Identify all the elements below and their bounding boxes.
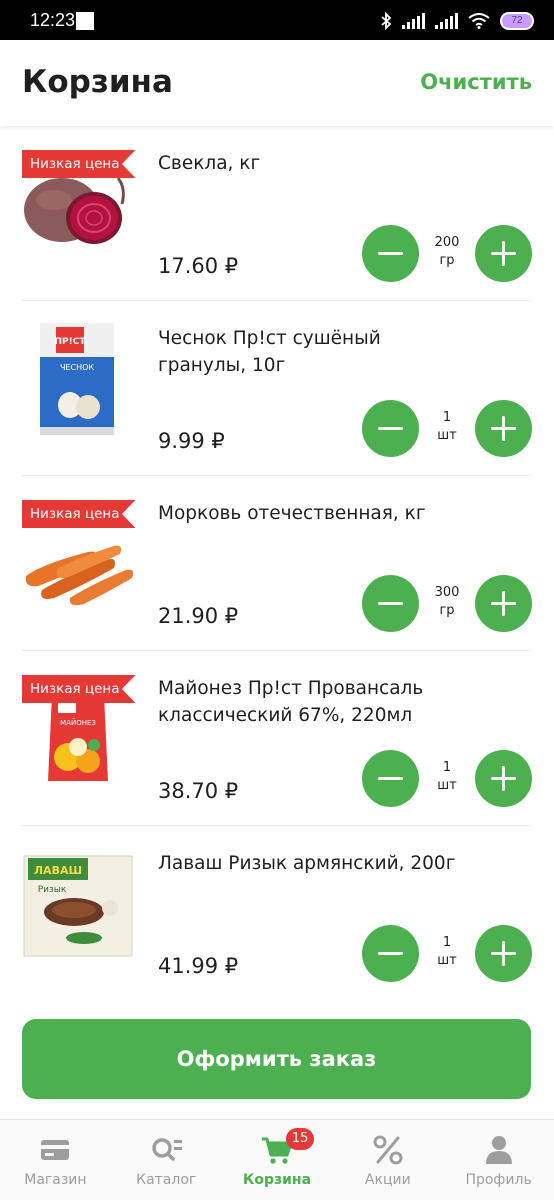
nav-item-cart[interactable]: 15 Корзина [222, 1120, 333, 1200]
status-bar: 12:23 72 [0, 0, 554, 40]
quantity-amount: 1 [442, 935, 452, 950]
page-title: Корзина [22, 64, 173, 100]
checkout-button[interactable]: Оформить заказ [22, 1019, 531, 1099]
increase-quantity-button[interactable] [475, 400, 532, 457]
item-price: 9.99 ₽ [158, 429, 225, 453]
quantity-value: 200 гр [424, 234, 470, 270]
lavash-title-text: ЛАВАШ [34, 864, 82, 877]
item-price: 41.99 ₽ [158, 954, 239, 978]
quantity-value: 1 шт [424, 759, 470, 795]
quantity-amount: 1 [442, 760, 452, 775]
quantity-amount: 300 [434, 585, 460, 600]
low-price-badge: Низкая цена [22, 500, 136, 528]
decrease-quantity-button[interactable] [362, 750, 419, 807]
item-name: Свекла, кг [158, 153, 261, 174]
battery-level: 72 [502, 14, 532, 28]
profile-icon [485, 1136, 512, 1164]
item-price: 21.90 ₽ [158, 604, 239, 628]
garlic-label-text: ЧЕСНОК [60, 363, 94, 372]
decrease-quantity-button[interactable] [362, 225, 419, 282]
nav-item-catalog[interactable]: Каталог [111, 1120, 222, 1200]
bottom-nav: Магазин Каталог 15 Корзина Акции Профиль [0, 1119, 554, 1200]
nav-item-shop[interactable]: Магазин [0, 1120, 111, 1200]
status-icons: 72 [380, 10, 534, 32]
notification-icon [76, 12, 94, 30]
signal-icon [402, 13, 425, 29]
signal-icon-2 [435, 13, 458, 29]
decrease-quantity-button[interactable] [362, 575, 419, 632]
lavash-brand-text: Ризык [38, 885, 67, 895]
cart-item-garlic: ПР!СТ ЧЕСНОК Чеснок Пр!ст сушёный гранул… [22, 301, 532, 476]
quantity-amount: 1 [442, 410, 452, 425]
quantity-unit: шт [437, 953, 457, 968]
card-icon [41, 1140, 70, 1160]
header: Корзина Очистить [0, 40, 554, 126]
quantity-unit: шт [437, 428, 457, 443]
quantity-value: 300 гр [424, 584, 470, 620]
increase-quantity-button[interactable] [475, 225, 532, 282]
decrease-quantity-button[interactable] [362, 925, 419, 982]
mayo-brand-text: МАЙОНЕЗ [60, 718, 96, 727]
quantity-unit: гр [439, 253, 455, 268]
wifi-icon [468, 13, 490, 29]
increase-quantity-button[interactable] [475, 575, 532, 632]
increase-quantity-button[interactable] [475, 925, 532, 982]
nav-label: Корзина [242, 1172, 312, 1188]
garlic-pack-image: ПР!СТ ЧЕСНОК [40, 323, 114, 435]
cart-count-badge: 15 [285, 1128, 315, 1150]
percent-icon [373, 1135, 403, 1165]
nav-label: Профиль [465, 1172, 532, 1188]
item-name: Морковь отечественная, кг [158, 503, 426, 524]
nav-label: Магазин [24, 1172, 87, 1188]
cart-item-mayonnaise: Низкая цена МАЙОНЕЗ Майонез Пр!ст Прован… [22, 651, 532, 826]
lavash-pack-image: ЛАВАШ Ризык [23, 855, 133, 957]
cart-list: Низкая цена Свекла, кг 17.60 ₽ 200 гр ПР… [0, 126, 554, 1001]
decrease-quantity-button[interactable] [362, 400, 419, 457]
item-name: Майонез Пр!ст Провансаль классический 67… [158, 678, 424, 726]
clear-cart-button[interactable]: Очистить [420, 70, 532, 94]
catalog-search-icon [152, 1138, 183, 1161]
cart-item-lavash: ЛАВАШ Ризык Лаваш Ризык армянский, 200г … [22, 826, 532, 1001]
item-name: Лаваш Ризык армянский, 200г [158, 853, 456, 874]
nav-item-promotions[interactable]: Акции [332, 1120, 443, 1200]
quantity-unit: гр [439, 603, 455, 618]
garlic-brand-text: ПР!СТ [55, 337, 87, 347]
quantity-value: 1 шт [424, 409, 470, 445]
quantity-amount: 200 [434, 235, 460, 250]
increase-quantity-button[interactable] [475, 750, 532, 807]
item-price: 38.70 ₽ [158, 779, 239, 803]
item-name: Чеснок Пр!ст сушёный гранулы, 10г [158, 328, 381, 376]
status-time: 12:23 [30, 10, 76, 30]
battery-icon: 72 [500, 12, 534, 30]
nav-label: Каталог [136, 1172, 197, 1188]
cart-item-carrots: Низкая цена Морковь отечественная, кг 21… [22, 476, 532, 651]
low-price-badge: Низкая цена [22, 150, 136, 178]
cart-item-beet: Низкая цена Свекла, кг 17.60 ₽ 200 гр [22, 126, 532, 301]
quantity-value: 1 шт [424, 934, 470, 970]
quantity-unit: шт [437, 778, 457, 793]
item-price: 17.60 ₽ [158, 254, 239, 278]
nav-item-profile[interactable]: Профиль [443, 1120, 554, 1200]
nav-label: Акции [364, 1172, 411, 1188]
bluetooth-icon [381, 12, 392, 30]
low-price-badge: Низкая цена [22, 675, 136, 703]
